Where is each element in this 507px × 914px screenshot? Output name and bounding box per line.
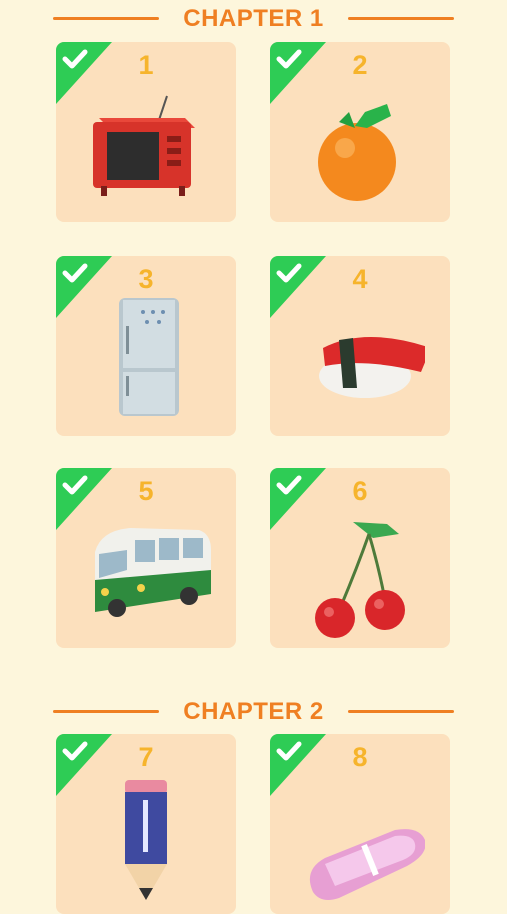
level-card-3[interactable]: 3 xyxy=(56,256,236,436)
level-card-4[interactable]: 4 xyxy=(270,256,450,436)
chapter-1-header: CHAPTER 1 xyxy=(0,0,507,36)
level-number: 7 xyxy=(138,742,154,772)
level-number: 4 xyxy=(352,264,368,294)
level-number: 2 xyxy=(352,50,368,80)
level-number: 6 xyxy=(352,476,368,506)
level-card-5[interactable]: 5 xyxy=(56,468,236,648)
level-card-6[interactable]: 6 xyxy=(270,468,450,648)
eraser-icon xyxy=(310,829,425,900)
level-card-2[interactable]: 2 xyxy=(270,42,450,222)
level-number: 8 xyxy=(352,742,368,772)
sushi-icon xyxy=(319,337,425,398)
orange-icon xyxy=(318,104,396,201)
level-number: 1 xyxy=(138,50,154,80)
level-card-1[interactable]: 1 xyxy=(56,42,236,222)
bus-icon xyxy=(95,528,211,617)
level-card-8[interactable]: 8 xyxy=(270,734,450,914)
cherries-icon xyxy=(315,522,405,638)
refrigerator-icon xyxy=(119,298,179,416)
chapter-2-divider-right xyxy=(348,710,454,713)
level-number: 5 xyxy=(138,476,154,506)
level-card-7[interactable]: 7 xyxy=(56,734,236,914)
pencil-icon xyxy=(125,780,167,900)
chapter-1-divider-right xyxy=(348,17,454,20)
chapter-2-header: CHAPTER 2 xyxy=(0,693,507,729)
tv-icon xyxy=(93,95,195,196)
level-number: 3 xyxy=(138,264,154,294)
